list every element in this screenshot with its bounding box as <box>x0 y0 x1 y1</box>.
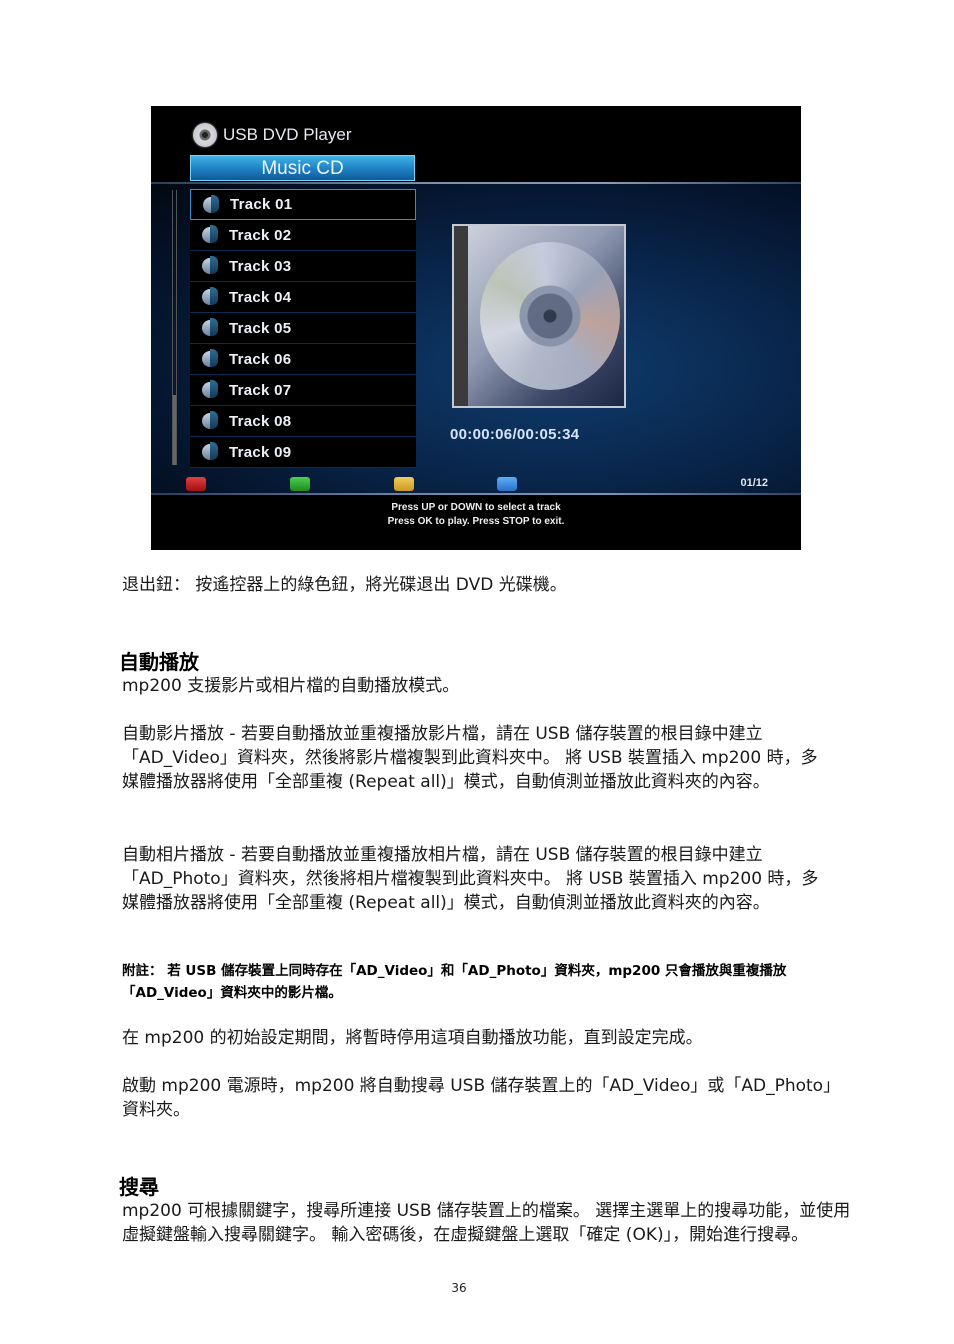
track-label: Track 05 <box>229 319 292 337</box>
playback-time: 00:00:06/00:05:34 <box>450 426 580 443</box>
cd-disc-icon <box>480 242 620 390</box>
album-cover-art <box>452 224 626 408</box>
search-paragraph: mp200 可根據關鍵字，搜尋所連接 USB 儲存裝置上的檔案。 選擇主選單上的… <box>122 1201 851 1245</box>
music-track-icon <box>202 287 218 307</box>
note-paragraph: 附註： 若 USB 儲存裝置上同時存在「AD_Video」和「AD_Photo」… <box>122 963 787 1001</box>
track-item[interactable]: Track 02 <box>190 220 416 251</box>
music-track-icon <box>202 318 218 338</box>
red-key-button[interactable] <box>186 477 206 491</box>
hint-line-2: Press OK to play. Press STOP to exit. <box>387 516 565 527</box>
track-item[interactable]: Track 01 <box>190 189 416 220</box>
hint-line-1: Press UP or DOWN to select a track <box>391 502 561 513</box>
track-label: Track 01 <box>230 196 293 213</box>
eject-paragraph: 退出鈕： 按遙控器上的綠色鈕，將光碟退出 DVD 光碟機。 <box>122 575 567 595</box>
auto-video-paragraph: 自動影片播放 - 若要自動播放並重複播放影片檔，請在 USB 儲存裝置的根目錄中… <box>122 724 818 792</box>
track-list-scrollbar[interactable] <box>172 190 177 465</box>
scrollbar-thumb[interactable] <box>173 395 176 465</box>
divider-bottom <box>151 493 801 495</box>
app-title-text: USB DVD Player <box>223 125 352 144</box>
search-heading: 搜尋 <box>119 1175 159 1199</box>
divider-top <box>151 182 801 184</box>
track-label: Track 03 <box>229 257 292 275</box>
track-item[interactable]: Track 06 <box>190 344 416 375</box>
music-track-icon <box>203 194 219 215</box>
music-track-icon <box>202 225 218 245</box>
section-title: Music CD <box>190 155 415 181</box>
blue-key-button[interactable] <box>497 477 517 491</box>
track-label: Track 08 <box>229 412 292 430</box>
track-label: Track 04 <box>229 288 292 306</box>
track-item[interactable]: Track 03 <box>190 251 416 282</box>
track-item[interactable]: Track 07 <box>190 375 416 406</box>
track-label: Track 09 <box>229 443 292 461</box>
page-indicator: 01/12 <box>740 477 768 489</box>
track-label: Track 06 <box>229 350 292 368</box>
tv-screenshot: USB DVD Player Music CD Track 01 Track 0… <box>151 106 801 550</box>
autoplay-intro: mp200 支援影片或相片檔的自動播放模式。 <box>122 676 460 696</box>
music-track-icon <box>202 411 218 431</box>
track-item[interactable]: Track 04 <box>190 282 416 313</box>
track-item[interactable]: Track 09 <box>190 437 416 468</box>
autoplay-heading: 自動播放 <box>119 650 199 674</box>
app-title: USB DVD Player <box>193 123 351 147</box>
track-item[interactable]: Track 05 <box>190 313 416 344</box>
track-label: Track 02 <box>229 226 292 244</box>
yellow-key-button[interactable] <box>394 477 414 491</box>
poweron-paragraph: 啟動 mp200 電源時，mp200 將自動搜尋 USB 儲存裝置上的「AD_V… <box>122 1076 832 1120</box>
cd-case-spine <box>454 226 468 406</box>
music-track-icon <box>202 349 218 369</box>
setup-paragraph: 在 mp200 的初始設定期間，將暫時停用這項自動播放功能，直到設定完成。 <box>122 1028 703 1048</box>
track-list: Track 01 Track 02 Track 03 Track 04 Trac… <box>190 189 416 468</box>
music-track-icon <box>202 442 218 462</box>
music-track-icon <box>202 256 218 276</box>
disc-icon <box>193 123 217 147</box>
track-label: Track 07 <box>229 381 292 399</box>
music-track-icon <box>202 380 218 400</box>
page-number: 36 <box>451 1281 467 1295</box>
green-key-button[interactable] <box>290 477 310 491</box>
auto-photo-paragraph: 自動相片播放 - 若要自動播放並重複播放相片檔，請在 USB 儲存裝置的根目錄中… <box>122 845 819 913</box>
track-item[interactable]: Track 08 <box>190 406 416 437</box>
